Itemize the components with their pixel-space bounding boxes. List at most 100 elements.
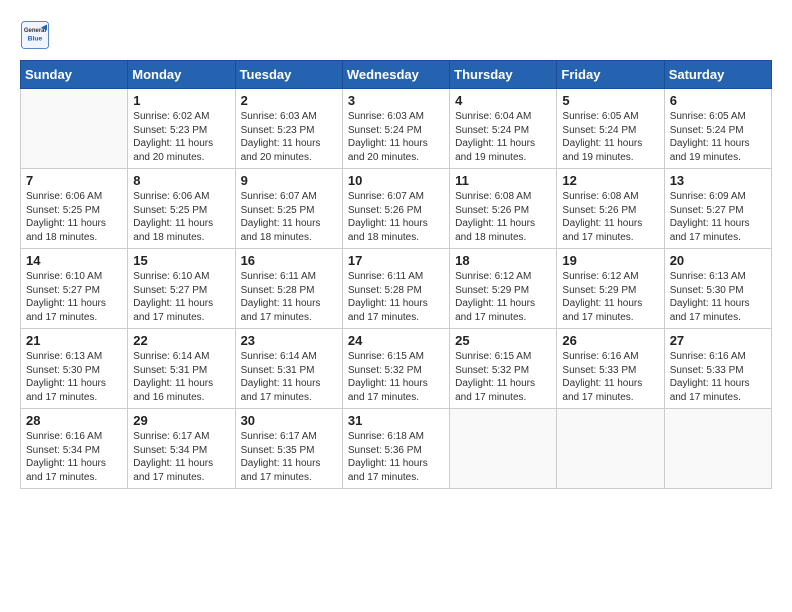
calendar-day-21: 21 Sunrise: 6:13 AM Sunset: 5:30 PM Dayli… xyxy=(21,329,128,409)
calendar-day-10: 10Sunrise: 6:07 AM Sunset: 5:26 PM Dayli… xyxy=(342,169,449,249)
calendar-table: SundayMondayTuesdayWednesdayThursdayFrid… xyxy=(20,60,772,489)
calendar-day-27: 27Sunrise: 6:16 AM Sunset: 5:33 PM Dayli… xyxy=(664,329,771,409)
calendar-empty-cell xyxy=(21,89,128,169)
day-number: 29 xyxy=(133,413,229,428)
day-info: Sunrise: 6:17 AM Sunset: 5:34 PM Dayligh… xyxy=(133,430,229,484)
day-number: 1 xyxy=(133,93,229,108)
calendar-empty-cell xyxy=(557,409,664,489)
calendar-day-7: 7 Sunrise: 6:06 AM Sunset: 5:25 PM Daylig… xyxy=(21,169,128,249)
calendar-day-3: 3 Sunrise: 6:03 AM Sunset: 5:24 PM Daylig… xyxy=(342,89,449,169)
day-number: 2 xyxy=(241,93,337,108)
weekday-header-thursday: Thursday xyxy=(450,61,557,89)
day-number: 12 xyxy=(562,173,658,188)
day-number: 18 xyxy=(455,253,551,268)
day-info: Sunrise: 6:12 AM Sunset: 5:29 PM Dayligh… xyxy=(455,270,551,324)
calendar-week-row: 1 Sunrise: 6:02 AM Sunset: 5:23 PM Daylig… xyxy=(21,89,772,169)
calendar-day-18: 18 Sunrise: 6:12 AM Sunset: 5:29 PM Dayli… xyxy=(450,249,557,329)
day-info: Sunrise: 6:07 AM Sunset: 5:26 PM Dayligh… xyxy=(348,190,444,244)
calendar-day-6: 6 Sunrise: 6:05 AM Sunset: 5:24 PM Daylig… xyxy=(664,89,771,169)
weekday-header-friday: Friday xyxy=(557,61,664,89)
day-number: 4 xyxy=(455,93,551,108)
day-number: 15 xyxy=(133,253,229,268)
day-info: Sunrise: 6:08 AM Sunset: 5:26 PM Dayligh… xyxy=(455,190,551,244)
day-number: 26 xyxy=(562,333,658,348)
calendar-week-row: 21 Sunrise: 6:13 AM Sunset: 5:30 PM Dayli… xyxy=(21,329,772,409)
day-number: 25 xyxy=(455,333,551,348)
calendar-day-12: 12 Sunrise: 6:08 AM Sunset: 5:26 PM Dayli… xyxy=(557,169,664,249)
day-info: Sunrise: 6:15 AM Sunset: 5:32 PM Dayligh… xyxy=(348,350,444,404)
day-info: Sunrise: 6:02 AM Sunset: 5:23 PM Dayligh… xyxy=(133,110,229,164)
day-info: Sunrise: 6:11 AM Sunset: 5:28 PM Dayligh… xyxy=(348,270,444,324)
day-number: 19 xyxy=(562,253,658,268)
calendar-day-5: 5 Sunrise: 6:05 AM Sunset: 5:24 PM Daylig… xyxy=(557,89,664,169)
calendar-day-14: 14 Sunrise: 6:10 AM Sunset: 5:27 PM Dayli… xyxy=(21,249,128,329)
day-number: 7 xyxy=(26,173,122,188)
day-info: Sunrise: 6:13 AM Sunset: 5:30 PM Dayligh… xyxy=(26,350,122,404)
day-info: Sunrise: 6:05 AM Sunset: 5:24 PM Dayligh… xyxy=(562,110,658,164)
day-info: Sunrise: 6:09 AM Sunset: 5:27 PM Dayligh… xyxy=(670,190,766,244)
calendar-day-19: 19Sunrise: 6:12 AM Sunset: 5:29 PM Dayli… xyxy=(557,249,664,329)
day-number: 14 xyxy=(26,253,122,268)
calendar-day-1: 1 Sunrise: 6:02 AM Sunset: 5:23 PM Daylig… xyxy=(128,89,235,169)
calendar-day-30: 30Sunrise: 6:17 AM Sunset: 5:35 PM Dayli… xyxy=(235,409,342,489)
weekday-header-monday: Monday xyxy=(128,61,235,89)
day-info: Sunrise: 6:13 AM Sunset: 5:30 PM Dayligh… xyxy=(670,270,766,324)
calendar-day-8: 8Sunrise: 6:06 AM Sunset: 5:25 PM Daylig… xyxy=(128,169,235,249)
day-number: 24 xyxy=(348,333,444,348)
svg-text:General: General xyxy=(24,28,47,34)
day-info: Sunrise: 6:04 AM Sunset: 5:24 PM Dayligh… xyxy=(455,110,551,164)
day-info: Sunrise: 6:06 AM Sunset: 5:25 PM Dayligh… xyxy=(133,190,229,244)
logo-icon: General Blue xyxy=(20,20,50,50)
weekday-header-wednesday: Wednesday xyxy=(342,61,449,89)
calendar-week-row: 7 Sunrise: 6:06 AM Sunset: 5:25 PM Daylig… xyxy=(21,169,772,249)
calendar-day-9: 9 Sunrise: 6:07 AM Sunset: 5:25 PM Daylig… xyxy=(235,169,342,249)
day-number: 21 xyxy=(26,333,122,348)
day-info: Sunrise: 6:05 AM Sunset: 5:24 PM Dayligh… xyxy=(670,110,766,164)
day-info: Sunrise: 6:10 AM Sunset: 5:27 PM Dayligh… xyxy=(133,270,229,324)
weekday-header-sunday: Sunday xyxy=(21,61,128,89)
day-number: 16 xyxy=(241,253,337,268)
calendar-day-13: 13 Sunrise: 6:09 AM Sunset: 5:27 PM Dayli… xyxy=(664,169,771,249)
day-info: Sunrise: 6:03 AM Sunset: 5:24 PM Dayligh… xyxy=(348,110,444,164)
day-number: 5 xyxy=(562,93,658,108)
day-number: 31 xyxy=(348,413,444,428)
weekday-header-row: SundayMondayTuesdayWednesdayThursdayFrid… xyxy=(21,61,772,89)
day-number: 9 xyxy=(241,173,337,188)
day-info: Sunrise: 6:16 AM Sunset: 5:34 PM Dayligh… xyxy=(26,430,122,484)
day-number: 13 xyxy=(670,173,766,188)
day-number: 6 xyxy=(670,93,766,108)
calendar-day-28: 28Sunrise: 6:16 AM Sunset: 5:34 PM Dayli… xyxy=(21,409,128,489)
calendar-day-29: 29 Sunrise: 6:17 AM Sunset: 5:34 PM Dayli… xyxy=(128,409,235,489)
calendar-day-24: 24 Sunrise: 6:15 AM Sunset: 5:32 PM Dayli… xyxy=(342,329,449,409)
day-info: Sunrise: 6:17 AM Sunset: 5:35 PM Dayligh… xyxy=(241,430,337,484)
day-number: 22 xyxy=(133,333,229,348)
calendar-day-23: 23Sunrise: 6:14 AM Sunset: 5:31 PM Dayli… xyxy=(235,329,342,409)
day-number: 20 xyxy=(670,253,766,268)
calendar-day-4: 4 Sunrise: 6:04 AM Sunset: 5:24 PM Daylig… xyxy=(450,89,557,169)
day-number: 3 xyxy=(348,93,444,108)
calendar-day-20: 20 Sunrise: 6:13 AM Sunset: 5:30 PM Dayli… xyxy=(664,249,771,329)
calendar-day-15: 15 Sunrise: 6:10 AM Sunset: 5:27 PM Dayli… xyxy=(128,249,235,329)
day-info: Sunrise: 6:07 AM Sunset: 5:25 PM Dayligh… xyxy=(241,190,337,244)
day-info: Sunrise: 6:14 AM Sunset: 5:31 PM Dayligh… xyxy=(241,350,337,404)
calendar-day-31: 31Sunrise: 6:18 AM Sunset: 5:36 PM Dayli… xyxy=(342,409,449,489)
day-info: Sunrise: 6:06 AM Sunset: 5:25 PM Dayligh… xyxy=(26,190,122,244)
calendar-day-2: 2 Sunrise: 6:03 AM Sunset: 5:23 PM Daylig… xyxy=(235,89,342,169)
day-info: Sunrise: 6:10 AM Sunset: 5:27 PM Dayligh… xyxy=(26,270,122,324)
logo: General Blue xyxy=(20,20,50,50)
calendar-empty-cell xyxy=(450,409,557,489)
calendar-day-22: 22Sunrise: 6:14 AM Sunset: 5:31 PM Dayli… xyxy=(128,329,235,409)
day-info: Sunrise: 6:03 AM Sunset: 5:23 PM Dayligh… xyxy=(241,110,337,164)
weekday-header-tuesday: Tuesday xyxy=(235,61,342,89)
day-info: Sunrise: 6:15 AM Sunset: 5:32 PM Dayligh… xyxy=(455,350,551,404)
svg-text:Blue: Blue xyxy=(28,35,43,42)
weekday-header-saturday: Saturday xyxy=(664,61,771,89)
calendar-day-16: 16Sunrise: 6:11 AM Sunset: 5:28 PM Dayli… xyxy=(235,249,342,329)
calendar-week-row: 28Sunrise: 6:16 AM Sunset: 5:34 PM Dayli… xyxy=(21,409,772,489)
calendar-day-25: 25 Sunrise: 6:15 AM Sunset: 5:32 PM Dayli… xyxy=(450,329,557,409)
day-info: Sunrise: 6:08 AM Sunset: 5:26 PM Dayligh… xyxy=(562,190,658,244)
day-info: Sunrise: 6:16 AM Sunset: 5:33 PM Dayligh… xyxy=(562,350,658,404)
day-number: 17 xyxy=(348,253,444,268)
calendar-day-17: 17 Sunrise: 6:11 AM Sunset: 5:28 PM Dayli… xyxy=(342,249,449,329)
page-header: General Blue xyxy=(20,20,772,50)
